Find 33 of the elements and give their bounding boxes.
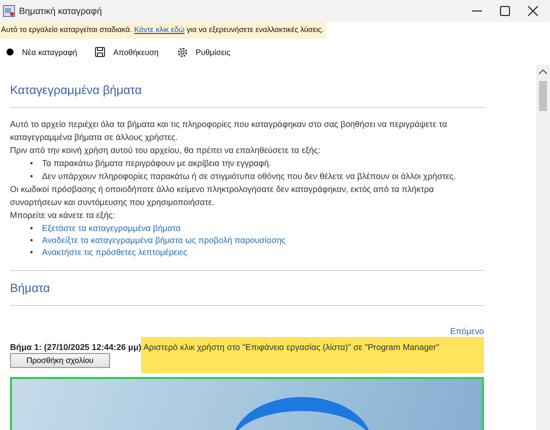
instruction-text: Μπορείτε να κάνετε τα εξής: [10,209,116,222]
scrollbar[interactable] [536,65,550,430]
step-description: Αριστερό κλικ χρήστη στο "Επιφάνεια εργασίας (λίστα)" σε "Program Manager" [141,337,484,373]
close-icon[interactable] [528,6,538,16]
bullet: • [30,222,34,234]
add-comment-button[interactable]: Προσθήκη σχολίου [10,353,110,368]
bullet: • [30,234,34,246]
action-link[interactable]: Εξετάστε τα καταγεγραμμένα βήματα [42,222,181,234]
instruction-text: Πριν από την κοινή χρήση αυτού του αρχείου, θα πρέπει να επαληθεύσετε τα εξής: [10,144,322,157]
checklist-item: Τα παρακάτω βήματα περιγράφουν με ακρίβεια την εγγραφή. [42,157,272,170]
save-button[interactable]: Αποθήκευση [95,47,159,57]
settings-button[interactable]: Ρυθμίσεις [176,46,230,58]
intro-text: Αυτό το αρχείο περιέχει όλα τα βήματα και τις πληροφορίες που καταγράφηκαν στο σας βοηθήσει να περιγράψετε τα καταγεγραμμένα βήματα σε άλλους χρήστες. [10,118,448,144]
section-heading: Καταγεγραμμένα βήματα [10,83,143,97]
step-title: Βήμα 1: (27/10/2025 12:44:26 μμ) [10,342,142,352]
bullet: • [30,170,34,183]
passwords-note: Οι κωδικοί πρόσβασης ή οποιοδήποτε άλλο κείμενο πληκτρολογήσατε δεν καταγράφηκαν, εκτός από τα πλήκτρα συναρτήσεων και συντόμευσης που χρησιμοποιήσατε. [10,183,435,209]
action-link[interactable]: Αναδείξτε τα καταγεγραμμένα βήματα ως προβολή παρουσίασης [42,234,286,246]
window-title: Βηματική καταγραφή [19,6,102,16]
action-link[interactable]: Ανακτήστε τις πρόσθετες λεπτομέρειες [42,246,188,258]
record-button[interactable]: Νέα καταγραφή [6,48,78,56]
scrollbar-thumb[interactable] [539,81,547,111]
settings-icon [176,46,188,58]
scroll-up-icon[interactable] [539,69,547,75]
bullet: • [30,246,34,258]
maximize-icon[interactable] [500,6,510,16]
bullet: • [30,157,34,170]
next-link[interactable]: Επόμενο [450,326,484,336]
record-icon [6,48,14,56]
save-icon [95,47,106,57]
section-heading: Βήματα [10,281,52,295]
checklist-item: Δεν υπάρχουν πληροφορίες παρακάτω ή σε στιγμιότυπα οθόνης που δεν θέλετε να βλέπουν οι άλλοι χρήστες. [42,170,456,183]
app-icon [3,5,15,17]
